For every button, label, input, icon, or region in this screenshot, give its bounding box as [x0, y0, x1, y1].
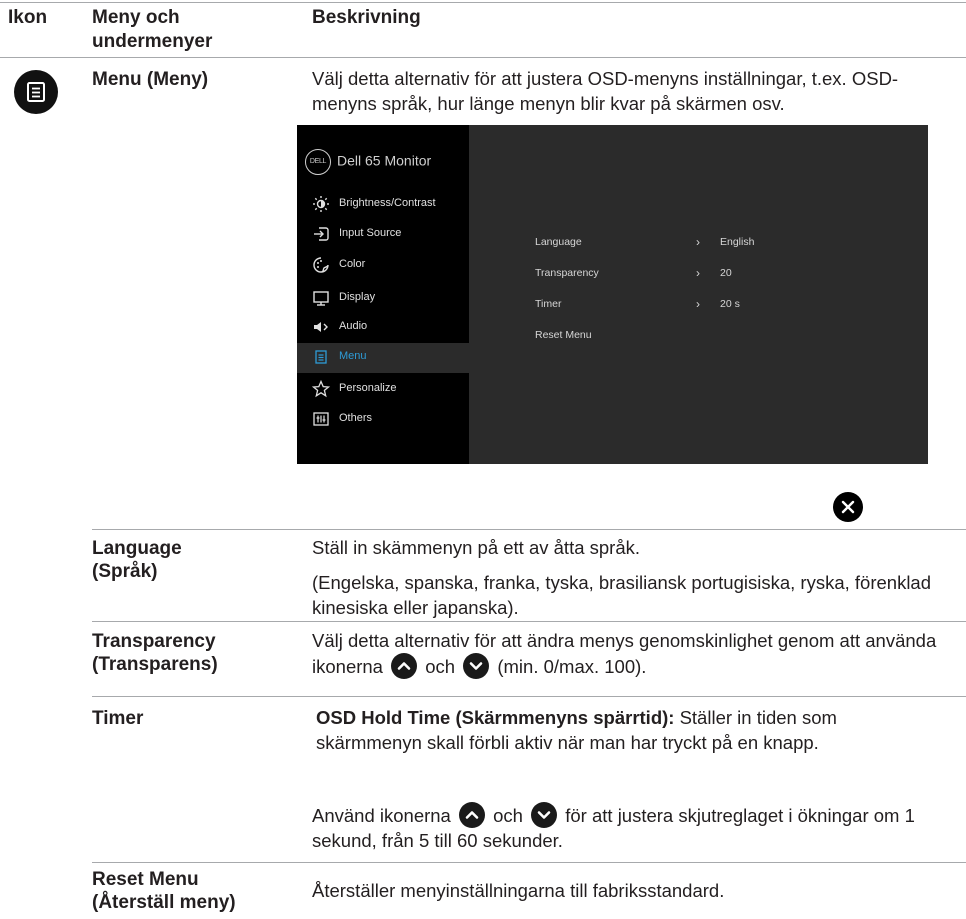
osd-item-label: Others: [339, 412, 373, 424]
input-source-icon: [314, 227, 329, 241]
row-rule: [92, 621, 966, 622]
osd-item-brightness[interactable]: Brightness/Contrast: [297, 190, 469, 218]
brightness-icon: [313, 196, 329, 212]
menu-row-label: Menu (Meny): [92, 69, 209, 90]
osd-item-color[interactable]: Color: [297, 251, 469, 279]
osd-item-input-source[interactable]: Input Source: [297, 220, 469, 248]
transparency-description: Välj detta alternativ för att ändra meny…: [312, 628, 940, 679]
osd-value-timer: 20 s: [720, 298, 740, 310]
timer-description: OSD Hold Time (Skärmmenyns spärrtid): St…: [316, 705, 940, 755]
star-icon: [311, 379, 331, 398]
arrow-up-icon: [459, 802, 485, 828]
language-label: Language (Språk): [92, 538, 182, 582]
timer-usage: Använd ikonerna och för att justera skju…: [312, 802, 940, 853]
osd-brand: DELL Dell 65 Monitor: [305, 149, 431, 175]
osd-screenshot: DELL Dell 65 Monitor Brightness/Contrast: [297, 125, 928, 464]
osd-item-label: Personalize: [339, 382, 397, 394]
chevron-right-icon: ›: [696, 297, 700, 311]
arrow-down-icon: [463, 653, 490, 679]
language-line1: Ställ in skämmenyn på ett av åtta språk.: [312, 537, 641, 558]
header-rule: [0, 57, 966, 58]
transparency-label: Transparency (Transparens): [92, 631, 218, 675]
osd-setting-transparency[interactable]: Transparency: [535, 267, 599, 279]
language-line2: (Engelska, spanska, franka, tyska, brasi…: [312, 572, 932, 618]
osd-item-display[interactable]: Display: [297, 284, 469, 312]
osd-item-label: Input Source: [339, 227, 402, 239]
others-icon: [313, 412, 329, 426]
timer-p2-b: och: [493, 805, 523, 826]
row-rule: [92, 696, 966, 697]
osd-item-personalize[interactable]: Personalize: [297, 375, 469, 403]
osd-item-audio[interactable]: Audio: [297, 313, 469, 341]
reset-label: Reset Menu (Återställ meny): [92, 869, 236, 913]
osd-item-label: Audio: [339, 320, 368, 332]
menu-icon: [315, 350, 327, 364]
osd-item-menu[interactable]: Menu: [297, 343, 469, 373]
transparency-text-b: och: [425, 656, 456, 677]
chevron-right-icon: ›: [696, 266, 700, 280]
osd-setting-timer[interactable]: Timer: [535, 298, 561, 310]
osd-item-label: Menu: [339, 350, 367, 362]
header-desc-col: Beskrivning: [312, 7, 421, 28]
osd-item-label: Display: [339, 291, 376, 303]
row-rule: [92, 862, 966, 863]
transparency-text-c: (min. 0/max. 100).: [497, 656, 647, 677]
arrow-up-icon: [391, 653, 418, 679]
osd-item-others[interactable]: Others: [297, 405, 469, 433]
osd-sidebar: DELL Dell 65 Monitor Brightness/Contrast: [297, 125, 469, 464]
arrow-down-icon: [531, 802, 558, 828]
menu-list-icon: [14, 70, 58, 114]
display-icon: [313, 291, 329, 306]
timer-bold-term: OSD Hold Time (Skärmmenyns spärrtid):: [316, 707, 675, 728]
menu-row-description: Välj detta alternativ för att justera OS…: [312, 68, 899, 114]
chevron-right-icon: ›: [696, 235, 700, 249]
audio-icon: [314, 322, 328, 332]
color-icon: [313, 257, 329, 273]
osd-brand-name: Dell 65 Monitor: [337, 152, 432, 169]
reset-description: Återställer menyinställningarna till fab…: [312, 880, 725, 901]
table-top-rule: [0, 2, 966, 3]
osd-item-label: Color: [339, 258, 366, 270]
osd-item-label: Brightness/Contrast: [339, 197, 436, 209]
timer-p2-a: Använd ikonerna: [312, 805, 451, 826]
osd-value-transparency: 20: [720, 267, 732, 279]
dell-logo: DELL: [305, 149, 331, 175]
header-icon-col: Ikon: [8, 7, 48, 28]
osd-setting-reset-menu[interactable]: Reset Menu: [535, 329, 592, 341]
close-icon[interactable]: [833, 492, 863, 522]
row-rule: [92, 529, 966, 530]
osd-setting-language[interactable]: Language: [535, 236, 582, 248]
timer-label: Timer: [92, 708, 144, 729]
osd-value-language: English: [720, 236, 755, 248]
header-menu-col: Meny och undermenyer: [92, 7, 213, 52]
